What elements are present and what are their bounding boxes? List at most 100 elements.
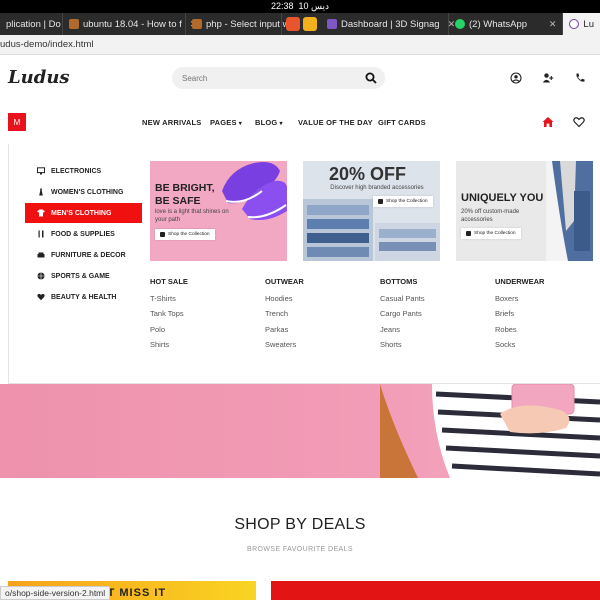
category-sports-game[interactable]: SPORTS & GAME [25, 266, 142, 286]
banner-subtitle: love is a light that shines on your path [155, 209, 229, 223]
system-clock[interactable]: 22:38 10 ديس [271, 1, 329, 12]
address-bar[interactable]: udus-demo/index.html [0, 35, 600, 55]
tab-label: Dashboard | 3D Signag [341, 18, 440, 30]
menu-link[interactable]: Socks [495, 340, 600, 355]
system-top-bar: 22:38 10 ديس [0, 0, 600, 13]
banner-subtitle: 20% off custom-made accessories [461, 209, 520, 223]
shop-collection-button[interactable]: Shop the Collection [155, 229, 215, 240]
url-text: udus-demo/index.html [0, 39, 94, 50]
browser-tab[interactable]: ubuntu 18.04 - How to f ✕ [63, 13, 197, 35]
cutlery-icon [37, 230, 45, 238]
close-icon[interactable]: ✕ [549, 19, 557, 30]
menu-link[interactable]: Jeans [380, 325, 490, 340]
menu-link[interactable]: Shorts [380, 340, 490, 355]
nav-value-of-the-day[interactable]: VALUE OF THE DAY [298, 118, 373, 127]
heart-icon [37, 293, 45, 301]
link-status-bar: o/shop-side-version-2.html [0, 586, 111, 600]
browser-tab[interactable]: (2) WhatsApp ✕ [449, 13, 564, 35]
category-womens-clothing[interactable]: WOMEN'S CLOTHING [25, 182, 142, 202]
category-mens-clothing[interactable]: MEN'S CLOTHING [25, 203, 142, 223]
dashboard-icon [327, 19, 337, 29]
nav-gift-cards[interactable]: GIFT CARDS [378, 118, 426, 127]
extension-icon[interactable] [303, 17, 317, 31]
browser-tab[interactable]: plication | Do ✕ [0, 13, 76, 35]
menu-link[interactable]: Briefs [495, 309, 600, 324]
hero-model-image [380, 384, 600, 478]
promo-banner-uniquely-you[interactable]: UNIQUELY YOU 20% off custom-made accesso… [456, 161, 593, 261]
deal-card[interactable] [271, 581, 600, 600]
stackexchange-icon [69, 19, 79, 29]
menu-link[interactable]: Sweaters [265, 340, 375, 355]
menu-column-underwear: UNDERWEAR Boxers Briefs Robes Socks [495, 277, 600, 355]
shop-collection-button[interactable]: Shop the Collection [373, 196, 433, 207]
menu-link[interactable]: Casual Pants [380, 294, 490, 309]
site-logo[interactable]: Ludus [8, 67, 70, 88]
menu-link[interactable]: Polo [150, 325, 260, 340]
banner-title: 20% OFF [329, 164, 407, 184]
menu-link[interactable]: Cargo Pants [380, 309, 490, 324]
column-heading: UNDERWEAR [495, 277, 545, 286]
tab-label: plication | Do [6, 18, 61, 30]
menu-link[interactable]: Parkas [265, 325, 375, 340]
hero-banner[interactable] [0, 384, 600, 478]
menu-link[interactable]: Tank Tops [150, 309, 260, 324]
section-subtitle: BROWSE FAVOURITE DEALS [247, 546, 353, 553]
menu-column-hot-sale: HOT SALE T-Shirts Tank Tops Polo Shirts [150, 277, 260, 355]
tab-label: Lu [583, 18, 594, 30]
category-electronics[interactable]: ELECTRONICS [25, 161, 142, 181]
menu-link[interactable]: Robes [495, 325, 600, 340]
stackoverflow-icon [192, 19, 202, 29]
home-icon[interactable] [542, 116, 554, 128]
menu-button[interactable]: M [8, 113, 26, 131]
bag-icon [378, 199, 383, 204]
column-heading: BOTTOMS [380, 277, 418, 286]
menu-column-bottoms: BOTTOMS Casual Pants Cargo Pants Jeans S… [380, 277, 490, 355]
phone-icon[interactable] [574, 72, 586, 84]
main-navigation: M NEW ARRIVALS PAGES ▾ BLOG ▾ VALUE OF THE… [0, 110, 600, 136]
search-input[interactable] [182, 73, 362, 83]
bag-icon [466, 231, 471, 236]
dress-icon [37, 188, 45, 196]
deal-card-text: 'T MISS IT [104, 587, 167, 599]
nav-blog[interactable]: BLOG ▾ [255, 118, 283, 127]
browser-tab-active[interactable]: Lu [563, 13, 600, 35]
tab-label: php - Select input w [206, 18, 290, 30]
monitor-icon [37, 167, 45, 175]
extension-icon[interactable] [286, 17, 300, 31]
mega-menu-dropdown: ELECTRONICS WOMEN'S CLOTHING MEN'S CLOTH… [8, 144, 600, 384]
category-beauty-health[interactable]: BEAUTY & HEALTH [25, 287, 142, 307]
promo-banner-be-bright[interactable]: BE BRIGHT, BE SAFE love is a light that … [150, 161, 287, 261]
column-heading: HOT SALE [150, 277, 188, 286]
banner-title: UNIQUELY YOU [461, 192, 544, 204]
menu-column-outwear: OUTWEAR Hoodies Trench Parkas Sweaters [265, 277, 375, 355]
chevron-down-icon: ▾ [238, 121, 242, 127]
category-furniture-decor[interactable]: FURNITURE & DECOR [25, 245, 142, 265]
menu-link[interactable]: Boxers [495, 294, 600, 309]
sofa-icon [37, 251, 45, 259]
menu-link[interactable]: Hoodies [265, 294, 375, 309]
menu-link[interactable]: Trench [265, 309, 375, 324]
nav-pages[interactable]: PAGES ▾ [210, 118, 242, 127]
add-user-icon[interactable] [542, 72, 554, 84]
browser-tab[interactable]: Dashboard | 3D Signag ✕ [321, 13, 455, 35]
menu-link[interactable]: T-Shirts [150, 294, 260, 309]
banner-subtitle: Discover high branded accessories [330, 185, 424, 191]
section-title: SHOP BY DEALS [234, 516, 366, 533]
account-icon[interactable] [510, 72, 522, 84]
column-heading: OUTWEAR [265, 277, 304, 286]
wishlist-heart-icon[interactable] [573, 116, 585, 128]
shirt-icon [37, 209, 45, 217]
site-header: Ludus [0, 55, 600, 102]
nav-new-arrivals[interactable]: NEW ARRIVALS [142, 118, 201, 127]
search-bar [172, 67, 385, 89]
menu-link[interactable]: Shirts [150, 340, 260, 355]
ludus-icon [569, 19, 580, 29]
bag-icon [160, 232, 165, 237]
browser-tab-bar: plication | Do ✕ ubuntu 18.04 - How to f… [0, 13, 600, 35]
search-icon[interactable] [365, 72, 377, 84]
browser-tab[interactable]: php - Select input w [186, 13, 289, 35]
promo-banner-20-off[interactable]: 20% OFF Discover high branded accessorie… [303, 161, 440, 261]
category-food-supplies[interactable]: FOOD & SUPPLIES [25, 224, 142, 244]
shop-collection-button[interactable]: Shop the Collection [461, 228, 521, 239]
tab-label: (2) WhatsApp [469, 18, 528, 30]
